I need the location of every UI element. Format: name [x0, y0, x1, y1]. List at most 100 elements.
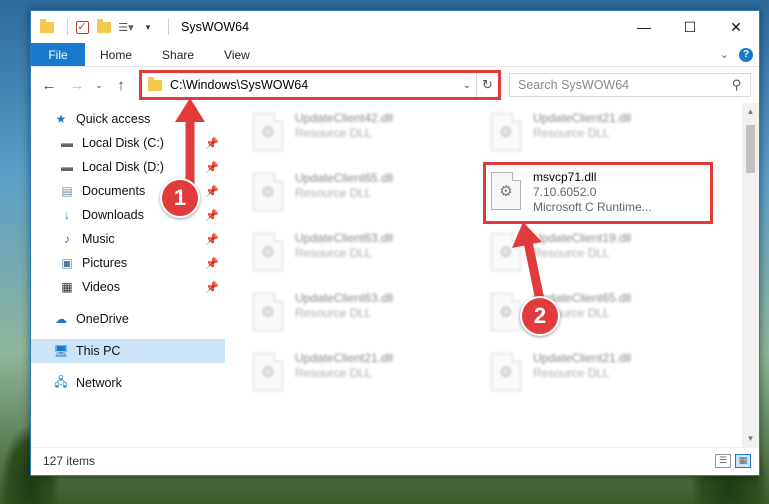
tab-view[interactable]: View [209, 43, 265, 66]
file-item[interactable]: ⚙ UpdateClient19.dll Resource DLL [485, 227, 705, 281]
computer-icon: 🖥 [53, 344, 69, 358]
properties-icon[interactable]: ✓ [74, 19, 90, 35]
search-placeholder[interactable]: Search SysWOW64 [518, 78, 732, 92]
dll-file-icon: ⚙ [491, 113, 521, 151]
dll-file-icon: ⚙ [491, 293, 521, 331]
maximize-button[interactable]: ☐ [667, 11, 713, 43]
folder-icon[interactable] [39, 18, 55, 35]
dll-file-icon: ⚙ [491, 353, 521, 391]
dll-file-icon: ⚙ [253, 233, 283, 271]
cloud-icon: ☁ [55, 312, 67, 326]
pictures-icon: ▣ [61, 256, 73, 270]
file-description: Resource DLL [533, 366, 610, 380]
sidebar-item-label: Documents [82, 184, 146, 198]
sidebar-item-local-disk-d[interactable]: ▬ Local Disk (D:) 📌 [31, 155, 225, 179]
tab-share[interactable]: Share [147, 43, 209, 66]
address-path[interactable]: C:\Windows\SysWOW64 [170, 78, 458, 92]
annotation-badge-2: 2 [520, 296, 560, 336]
chevron-down-icon[interactable]: ▾ [140, 19, 156, 35]
chevron-down-icon[interactable]: ⌄ [93, 80, 105, 91]
dll-file-icon: ⚙ [253, 293, 283, 331]
chevron-down-icon[interactable]: ⌄ [458, 80, 476, 91]
sidebar-item-network[interactable]: 🖧 Network [31, 371, 225, 395]
sidebar-item-videos[interactable]: ▦ Videos 📌 [31, 275, 225, 299]
scroll-down-icon[interactable]: ▼ [742, 430, 759, 447]
scroll-up-icon[interactable]: ▲ [742, 103, 759, 120]
file-item[interactable]: ⚙ UpdateClient63.dll Resource DLL [247, 287, 467, 341]
new-folder-icon[interactable] [96, 18, 112, 35]
minimize-button[interactable]: — [621, 11, 667, 43]
file-name: UpdateClient21.dll [533, 111, 632, 125]
dll-file-icon: ⚙ [253, 173, 283, 211]
sidebar-item-label: Pictures [82, 256, 128, 270]
file-item-msvcp71[interactable]: ⚙ msvcp71.dll 7.10.6052.0 Microsoft C Ru… [483, 162, 713, 224]
divider [168, 19, 169, 35]
dll-file-icon: ⚙ [253, 353, 283, 391]
file-name: UpdateClient63.dll [295, 291, 394, 305]
tiles-view-icon[interactable]: ▦ [735, 453, 751, 468]
file-name: msvcp71.dll [533, 170, 597, 184]
view-switcher: ☰ ▦ [715, 453, 759, 468]
pin-icon[interactable]: 📌 [205, 161, 219, 174]
sidebar-item-onedrive[interactable]: ☁ OneDrive [31, 307, 225, 331]
videos-icon: ▦ [61, 280, 73, 294]
back-arrow-icon[interactable]: ← [37, 77, 61, 94]
scrollbar-thumb[interactable] [746, 125, 755, 173]
file-item[interactable]: ⚙ UpdateClient42.dll Resource DLL [247, 107, 467, 161]
pin-icon[interactable]: 📌 [205, 185, 219, 198]
file-item[interactable]: ⚙ UpdateClient63.dll Resource DLL [247, 227, 467, 281]
dll-file-icon: ⚙ [491, 172, 521, 210]
vertical-scrollbar[interactable]: ▲ ▼ [742, 103, 759, 447]
drive-icon: ▬ [61, 160, 73, 174]
close-button[interactable]: ✕ [713, 11, 759, 43]
help-icon[interactable]: ? [739, 47, 753, 62]
file-name: UpdateClient19.dll [533, 231, 632, 245]
sidebar-item-music[interactable]: ♪ Music 📌 [31, 227, 225, 251]
dll-file-icon: ⚙ [491, 233, 521, 271]
file-description: Resource DLL [295, 366, 372, 380]
ribbon-right: ⌄ ? [720, 43, 759, 66]
customize-quick-access-icon[interactable]: ☰▾ [118, 19, 134, 35]
sidebar-item-quick-access[interactable]: ★ Quick access [31, 107, 225, 131]
file-description: Resource DLL [295, 306, 372, 320]
file-description: Resource DLL [533, 246, 610, 260]
file-name: UpdateClient63.dll [295, 231, 394, 245]
sidebar-item-local-disk-c[interactable]: ▬ Local Disk (C:) 📌 [31, 131, 225, 155]
pin-icon[interactable]: 📌 [205, 257, 219, 270]
pin-icon[interactable]: 📌 [205, 233, 219, 246]
file-item[interactable]: ⚙ UpdateClient65.dll Resource DLL [485, 287, 705, 341]
address-field[interactable]: C:\Windows\SysWOW64 ⌄ ↻ [139, 70, 501, 100]
pin-icon[interactable]: 📌 [205, 281, 219, 294]
refresh-icon[interactable]: ↻ [476, 73, 498, 97]
forward-arrow-icon[interactable]: → [65, 77, 89, 94]
sidebar-item-label: Local Disk (C:) [82, 136, 164, 150]
sidebar-item-label: Quick access [76, 112, 151, 126]
file-description: Microsoft C Runtime... [533, 200, 652, 214]
sidebar-item-this-pc[interactable]: 🖥 This PC [31, 339, 225, 363]
tab-home[interactable]: Home [85, 43, 147, 66]
details-view-icon[interactable]: ☰ [715, 453, 731, 468]
file-item[interactable]: ⚙ UpdateClient65.dll Resource DLL [247, 167, 467, 221]
chevron-down-icon[interactable]: ⌄ [720, 48, 729, 61]
sidebar-item-pictures[interactable]: ▣ Pictures 📌 [31, 251, 225, 275]
pin-icon[interactable]: 📌 [205, 209, 219, 222]
ribbon-tabs: File Home Share View ⌄ ? [31, 43, 759, 67]
file-name: UpdateClient42.dll [295, 111, 394, 125]
file-description: Resource DLL [295, 186, 372, 200]
tab-file[interactable]: File [31, 43, 85, 66]
file-item[interactable]: ⚙ UpdateClient21.dll Resource DLL [247, 347, 467, 401]
up-arrow-icon[interactable]: ↑ [109, 77, 133, 94]
window-controls: — ☐ ✕ [621, 11, 759, 43]
explorer-window: ✓ ☰▾ ▾ SysWOW64 — ☐ ✕ File Home Share Vi… [30, 10, 760, 476]
annotation-badge-1: 1 [160, 178, 200, 218]
documents-icon: ▤ [61, 184, 73, 198]
file-item[interactable]: ⚙ UpdateClient21.dll Resource DLL [485, 347, 705, 401]
sidebar-item-label: Downloads [82, 208, 144, 222]
dll-file-icon: ⚙ [253, 113, 283, 151]
file-item[interactable]: ⚙ UpdateClient21.dll Resource DLL [485, 107, 705, 161]
search-input[interactable]: Search SysWOW64 ⚲ [509, 73, 751, 97]
pin-icon[interactable]: 📌 [205, 137, 219, 150]
folder-icon [148, 76, 162, 91]
search-icon[interactable]: ⚲ [732, 77, 742, 93]
file-description: Resource DLL [533, 126, 610, 140]
